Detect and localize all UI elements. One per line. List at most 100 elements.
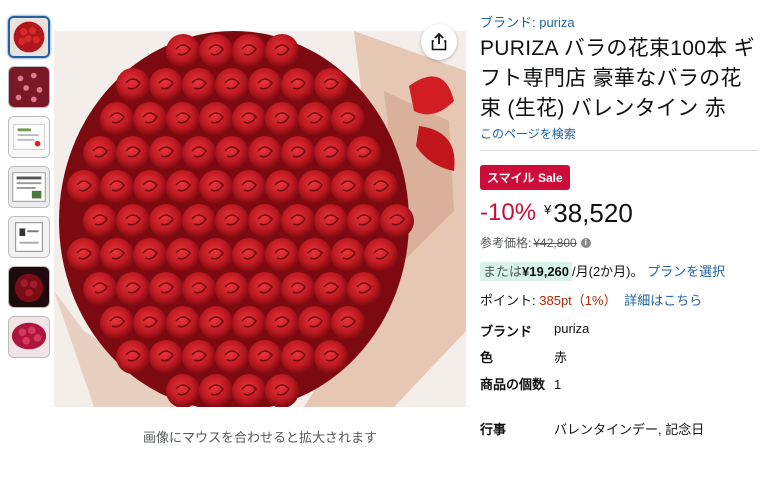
- rose-shape: [281, 136, 315, 170]
- zoom-hint-text: 画像にマウスを合わせると拡大されます: [142, 430, 377, 445]
- rose-shape: [364, 238, 398, 272]
- rose-shape: [215, 272, 249, 306]
- product-info-panel: ブランド: puriza PURIZA バラの花束100本 ギフト専門店 豪華な…: [480, 12, 758, 438]
- spec-row: ブランド puriza: [480, 321, 744, 347]
- thumbnail-6[interactable]: [8, 266, 50, 308]
- thumbnail-2[interactable]: [8, 66, 50, 108]
- rose-shape: [199, 34, 233, 68]
- rose-shape: [166, 102, 200, 136]
- thumbnail-1[interactable]: [8, 16, 50, 58]
- thumbnail-4[interactable]: [8, 166, 50, 208]
- rose-shape: [83, 204, 117, 238]
- select-plan-link[interactable]: プランを選択: [647, 264, 725, 279]
- rose-shape: [67, 238, 101, 272]
- spec-key: ブランド: [480, 324, 533, 339]
- rose-shape: [265, 102, 299, 136]
- rose-shape: [248, 204, 282, 238]
- rose-shape: [182, 272, 216, 306]
- rose-shape: [314, 136, 348, 170]
- rose-shape: [380, 204, 414, 238]
- rose-shape: [133, 170, 167, 204]
- rose-shape: [265, 170, 299, 204]
- rose-shape: [116, 272, 150, 306]
- installment-amount: ¥19,260: [522, 264, 570, 279]
- price-value: 38,520: [553, 198, 633, 228]
- rose-shape: [100, 306, 134, 340]
- rose-shape: [166, 34, 200, 68]
- rose-shape: [331, 306, 365, 340]
- rose-shape: [281, 68, 315, 102]
- rose-shape: [133, 102, 167, 136]
- rose-shape: [133, 238, 167, 272]
- installment-row: または¥19,260/月(2か月)。 プランを選択: [480, 261, 758, 283]
- rose-shape: [232, 374, 266, 407]
- thumbnail-strip: [8, 16, 52, 366]
- rose-shape: [116, 204, 150, 238]
- info-icon[interactable]: i: [580, 237, 591, 248]
- rose-shape: [281, 204, 315, 238]
- rose-shape: [265, 238, 299, 272]
- rose-shape: [182, 136, 216, 170]
- rose-shape: [166, 170, 200, 204]
- installment-prefix: または: [483, 264, 523, 279]
- price-row: -10% ¥ 38,520: [480, 198, 758, 232]
- rose-shape: [298, 306, 332, 340]
- rose-shape: [100, 170, 134, 204]
- spec-row: 行事 バレンタインデー, 記念日: [480, 415, 744, 438]
- share-button[interactable]: [421, 24, 457, 60]
- rose-bouquet-image: [54, 31, 466, 407]
- rose-shape: [248, 272, 282, 306]
- sale-badge: スマイル Sale: [480, 165, 570, 190]
- rose-shape: [265, 306, 299, 340]
- rose-shape: [232, 306, 266, 340]
- rose-shape: [100, 238, 134, 272]
- rose-shape: [281, 340, 315, 374]
- rose-shape: [265, 34, 299, 68]
- reference-price-label: 参考価格:: [480, 236, 532, 250]
- rose-shape: [215, 136, 249, 170]
- rose-shape: [248, 340, 282, 374]
- spec-key: 商品の個数: [480, 377, 546, 392]
- thumbnail-3[interactable]: [8, 116, 50, 158]
- rose-shape: [215, 204, 249, 238]
- rose-shape: [149, 340, 183, 374]
- rose-shape: [248, 136, 282, 170]
- spec-value: バレンタインデー, 記念日: [554, 422, 705, 437]
- rose-shape: [199, 238, 233, 272]
- rose-shape: [83, 136, 117, 170]
- main-product-image[interactable]: [54, 31, 466, 407]
- rose-shape: [182, 68, 216, 102]
- rose-shape: [67, 170, 101, 204]
- points-details-link[interactable]: 詳細はこちら: [624, 293, 702, 308]
- rose-shape: [133, 306, 167, 340]
- rose-shape: [232, 34, 266, 68]
- brand-link[interactable]: ブランド: puriza: [480, 12, 758, 32]
- rose-shape: [232, 170, 266, 204]
- spec-key: 行事: [480, 422, 507, 437]
- rose-shape: [149, 272, 183, 306]
- rose-shape: [149, 136, 183, 170]
- thumbnail-7[interactable]: [8, 316, 50, 358]
- rose-shape: [298, 170, 332, 204]
- points-value: 385pt（1%）: [539, 293, 617, 308]
- search-this-page-link[interactable]: このページを検索: [480, 125, 758, 142]
- rose-shape: [331, 102, 365, 136]
- rose-shape: [347, 204, 381, 238]
- rose-shape: [281, 272, 315, 306]
- rose-shape: [347, 136, 381, 170]
- thumbnail-5[interactable]: [8, 216, 50, 258]
- rose-shape: [314, 204, 348, 238]
- rose-shape: [83, 272, 117, 306]
- spec-key: 色: [480, 350, 494, 365]
- installment-suffix: /月(2か月)。: [572, 264, 644, 279]
- installment-highlight: または¥19,260: [480, 262, 573, 281]
- points-label: ポイント:: [480, 293, 536, 308]
- rose-shape: [364, 170, 398, 204]
- divider: [480, 150, 758, 151]
- rose-shape: [199, 306, 233, 340]
- rose-shape: [199, 374, 233, 407]
- rose-shape: [166, 306, 200, 340]
- rose-shape: [182, 204, 216, 238]
- rose-shape: [199, 102, 233, 136]
- rose-shape: [116, 136, 150, 170]
